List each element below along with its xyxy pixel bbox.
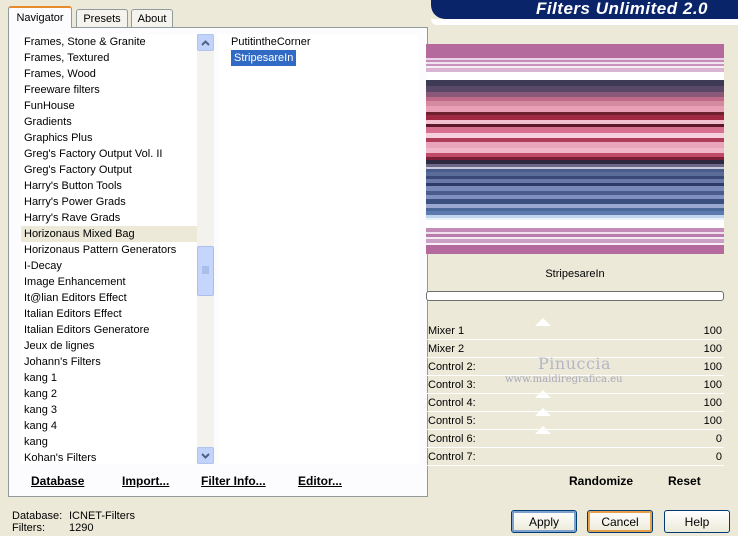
title-banner: Filters Unlimited 2.0 — [431, 0, 738, 19]
category-item[interactable]: Italian Editors Generatore — [21, 322, 197, 338]
category-item[interactable]: kang 2 — [21, 386, 197, 402]
slider-thumb-icon[interactable] — [535, 390, 551, 398]
category-item[interactable]: Freeware filters — [21, 82, 197, 98]
tab-navigator[interactable]: Navigator — [8, 6, 72, 28]
category-item[interactable]: Kohan's Filters — [21, 450, 197, 464]
category-item[interactable]: It@lian Editors Effect — [21, 290, 197, 306]
slider-thumb-icon[interactable] — [535, 408, 551, 416]
help-button[interactable]: Help — [664, 510, 730, 533]
control-slider-row[interactable]: Control 6: 0 — [427, 426, 724, 448]
database-button[interactable]: Database — [31, 474, 84, 488]
control-slider-row[interactable]: Mixer 1 100 — [427, 318, 724, 340]
apply-button[interactable]: Apply — [511, 510, 577, 533]
editor-button[interactable]: Editor... — [298, 474, 342, 488]
filters-count-value: 1290 — [69, 522, 94, 534]
filters-count-label: Filters: — [12, 522, 45, 534]
preview-stripe — [426, 44, 724, 58]
filter-item-label: PutitintheCorner — [231, 36, 311, 48]
category-item[interactable]: Image Enhancement — [21, 274, 197, 290]
reset-button[interactable]: Reset — [668, 474, 701, 488]
preview-stripe — [426, 245, 724, 254]
scroll-thumb[interactable] — [197, 246, 214, 296]
control-value: 100 — [703, 397, 722, 409]
control-value: 0 — [715, 433, 722, 445]
control-slider-row[interactable]: Control 5: 100 — [427, 408, 724, 430]
category-item[interactable]: Harry's Rave Grads — [21, 210, 197, 226]
control-label: Control 3: — [428, 379, 476, 391]
category-item[interactable]: Italian Editors Effect — [21, 306, 197, 322]
watermark-name: Pinuccia — [538, 354, 612, 373]
chevron-up-icon — [201, 39, 210, 46]
tab-about[interactable]: About — [131, 9, 173, 27]
control-value: 100 — [703, 361, 722, 373]
database-status-label: Database: — [12, 510, 63, 522]
category-item[interactable]: Gradients — [21, 114, 197, 130]
category-item[interactable]: kang 3 — [21, 402, 197, 418]
category-item[interactable]: Harry's Button Tools — [21, 178, 197, 194]
scroll-down-button[interactable] — [197, 447, 214, 464]
category-item[interactable]: kang — [21, 434, 197, 450]
banner-underline — [431, 19, 738, 25]
control-label: Control 5: — [428, 415, 476, 427]
control-value: 0 — [715, 451, 722, 463]
slider-thumb-icon[interactable] — [535, 426, 551, 434]
category-item[interactable]: Jeux de lignes — [21, 338, 197, 354]
category-item[interactable]: Frames, Wood — [21, 66, 197, 82]
randomize-button[interactable]: Randomize — [569, 474, 633, 488]
category-item[interactable]: I-Decay — [21, 258, 197, 274]
category-item[interactable]: Frames, Stone & Granite — [21, 34, 197, 50]
control-label: Control 4: — [428, 397, 476, 409]
scroll-up-button[interactable] — [197, 34, 214, 51]
category-item[interactable]: kang 1 — [21, 370, 197, 386]
slider-thumb-icon[interactable] — [535, 318, 551, 326]
filter-list-margin — [218, 34, 228, 464]
filter-info-button[interactable]: Filter Info... — [201, 474, 266, 488]
control-label: Mixer 1 — [428, 325, 465, 337]
grip-icon — [202, 266, 209, 274]
slider-track[interactable] — [427, 465, 724, 466]
category-item[interactable]: Horizonaus Mixed Bag — [21, 226, 197, 242]
control-label: Mixer 2 — [428, 343, 465, 355]
filter-preview-image — [426, 44, 724, 254]
chevron-down-icon — [201, 452, 210, 459]
category-item[interactable]: Graphics Plus — [21, 130, 197, 146]
category-item[interactable]: Johann's Filters — [21, 354, 197, 370]
cancel-button[interactable]: Cancel — [587, 510, 653, 533]
category-item[interactable]: Frames, Textured — [21, 50, 197, 66]
control-value: 100 — [703, 379, 722, 391]
control-value: 100 — [703, 415, 722, 427]
category-scrollbar[interactable] — [197, 34, 214, 464]
filter-list[interactable]: PutitintheCorner StripesareIn — [228, 34, 418, 464]
category-list[interactable]: Frames, Stone & Granite Frames, Textured F… — [21, 34, 197, 464]
category-item[interactable]: kang 4 — [21, 418, 197, 434]
import-button[interactable]: Import... — [122, 474, 169, 488]
control-label: Control 2: — [428, 361, 476, 373]
filter-item[interactable]: PutitintheCorner — [228, 34, 418, 50]
control-value: 100 — [703, 325, 722, 337]
category-item[interactable]: Greg's Factory Output Vol. II — [21, 146, 197, 162]
category-item[interactable]: Horizonaus Pattern Generators — [21, 242, 197, 258]
preview-filter-name: StripesareIn — [545, 268, 605, 280]
category-item[interactable]: FunHouse — [21, 98, 197, 114]
control-slider-row[interactable]: Control 7: 0 — [427, 448, 724, 466]
category-item[interactable]: Harry's Power Grads — [21, 194, 197, 210]
filter-item[interactable]: StripesareIn — [228, 50, 418, 66]
control-slider-row[interactable]: Control 4: 100 — [427, 390, 724, 412]
database-status-value: ICNET-Filters — [69, 510, 135, 522]
control-label: Control 6: — [428, 433, 476, 445]
control-value: 100 — [703, 343, 722, 355]
tab-presets[interactable]: Presets — [76, 9, 128, 27]
category-item[interactable]: Greg's Factory Output — [21, 162, 197, 178]
progress-bar — [426, 291, 724, 301]
preview-stripe — [426, 220, 724, 228]
control-label: Control 7: — [428, 451, 476, 463]
title-text: Filters Unlimited 2.0 — [438, 0, 738, 18]
preview-stripe — [426, 72, 724, 80]
watermark-site: www.maidiregrafica.eu — [505, 374, 623, 385]
filter-item-label: StripesareIn — [231, 50, 297, 66]
